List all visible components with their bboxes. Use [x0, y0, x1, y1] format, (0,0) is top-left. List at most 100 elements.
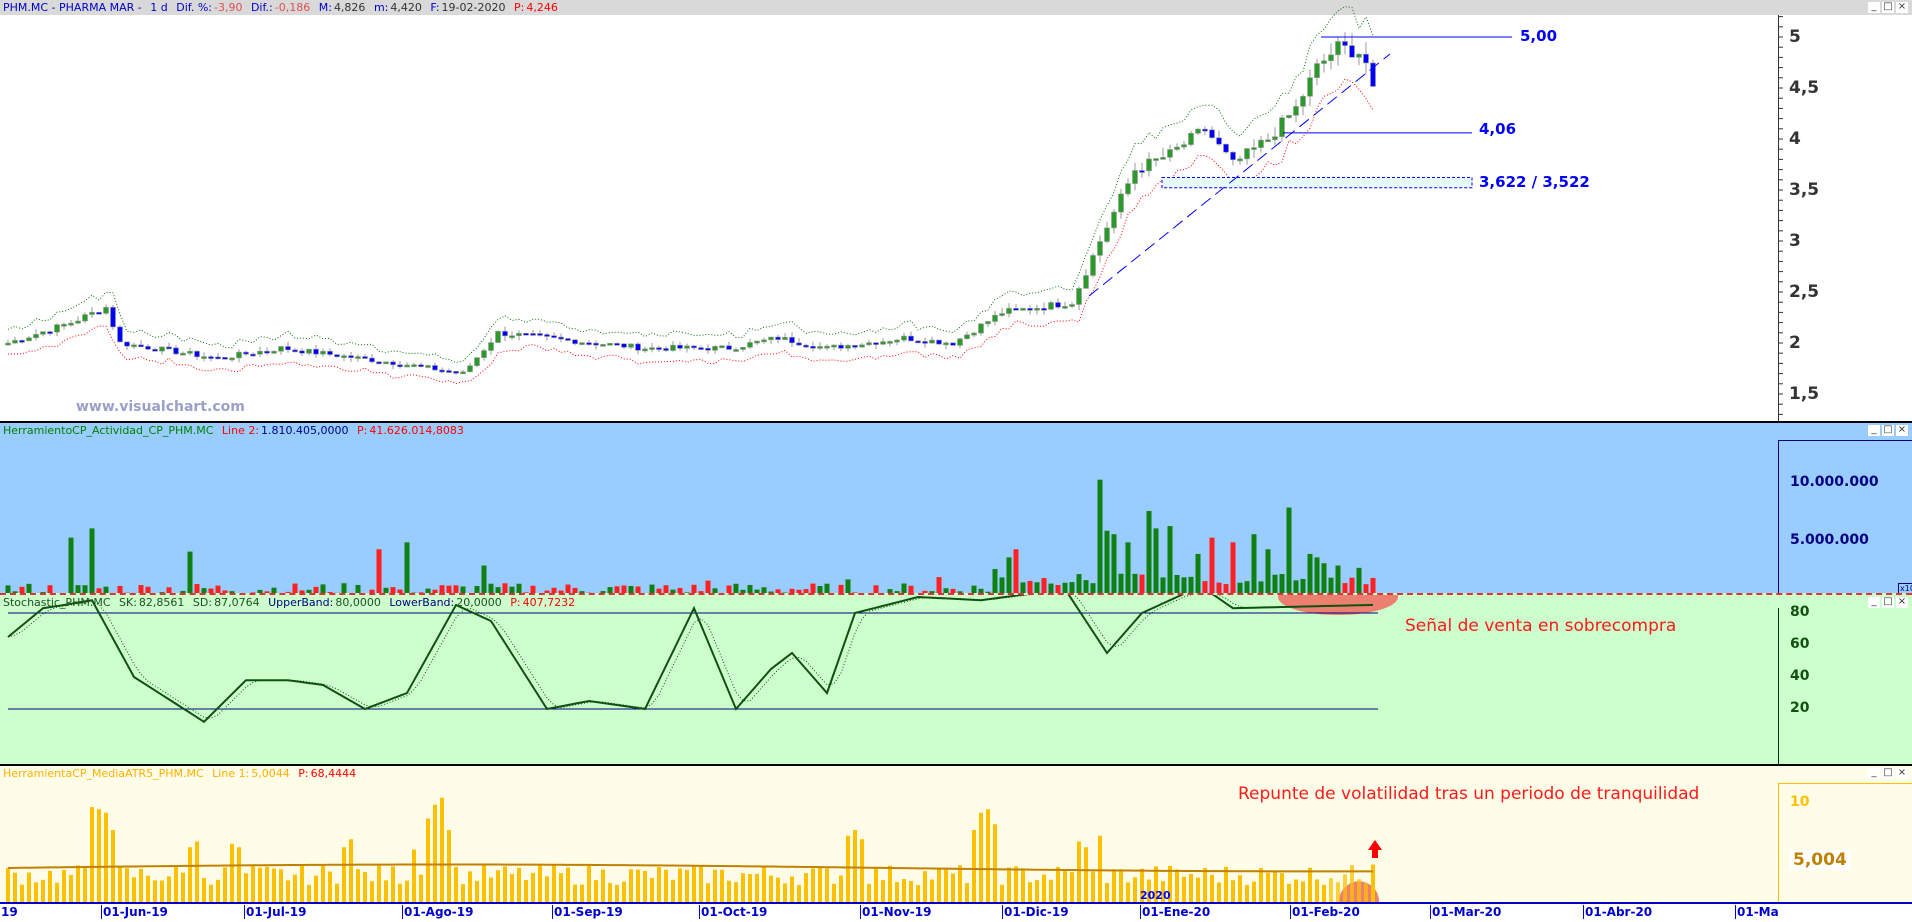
volume-bar: [873, 585, 879, 593]
candle-body: [796, 342, 802, 346]
atr-bar: [643, 870, 647, 902]
close-button[interactable]: ×: [1896, 768, 1908, 779]
atr-bar: [1273, 870, 1277, 902]
pane-window-buttons: _ □ ×: [1868, 768, 1908, 779]
atr-pane[interactable]: HerramientaCP_MediaATR5_PHM.MC Line 1: 5,…: [0, 764, 1912, 902]
candle-body: [1181, 144, 1187, 148]
candle-body: [621, 343, 627, 348]
atr-bar: [447, 830, 451, 902]
minimize-button[interactable]: _: [1868, 768, 1880, 779]
atr-bar: [363, 872, 367, 902]
atr-bar: [1091, 871, 1095, 902]
atr-bar: [1357, 879, 1361, 902]
minimize-button[interactable]: _: [1868, 425, 1880, 436]
atr-bar: [559, 873, 563, 902]
time-axis-label: 01-Jul-19: [244, 905, 307, 919]
atr-bar: [769, 875, 773, 902]
close-button[interactable]: ×: [1896, 597, 1908, 608]
minimize-button[interactable]: _: [1868, 2, 1880, 13]
volume-bar: [187, 551, 193, 593]
volume-bar: [68, 537, 74, 593]
candle-body: [649, 347, 655, 350]
atr-bar: [160, 880, 164, 902]
volume-bar: [1139, 574, 1145, 593]
price-axis-line: [1778, 15, 1779, 421]
atr-bar: [440, 797, 444, 902]
volume-bar: [1216, 582, 1222, 593]
candle-body: [47, 331, 53, 334]
candle-body: [12, 340, 18, 344]
atr-bar: [349, 839, 353, 902]
time-axis-label: 01-Sep-19: [552, 905, 623, 919]
close-button[interactable]: ×: [1896, 425, 1908, 436]
line-value: 5,0044: [251, 767, 290, 780]
candle-body: [1153, 158, 1159, 161]
candle-body: [1328, 54, 1334, 62]
candle-body: [887, 341, 893, 344]
atr-axis-line: [1778, 783, 1779, 902]
volume-bar: [89, 528, 95, 593]
period-label: 1 d: [150, 1, 168, 14]
candle-body: [726, 345, 732, 350]
volume-bar: [691, 584, 697, 593]
atr-bar: [1259, 868, 1263, 902]
candle-body: [838, 344, 844, 349]
candle-body: [271, 350, 277, 354]
volume-bar: [194, 584, 200, 593]
atr-bar: [1238, 875, 1242, 902]
volume-bar: [565, 584, 571, 593]
activity-pane[interactable]: HerramientoCP_Actividad_CP_PHM.MC Line 2…: [0, 421, 1912, 593]
maximize-button[interactable]: □: [1882, 2, 1894, 13]
volume-bar: [1265, 549, 1271, 593]
price-tick-label: 1,5: [1789, 384, 1820, 404]
atr-bar: [1315, 879, 1319, 902]
atr-bar: [958, 865, 962, 902]
candle-body: [558, 336, 564, 340]
price-pane[interactable]: PHM.MC - PHARMA MAR - 1 d Dif. %: -3,90 D…: [0, 0, 1912, 421]
support-zone: [1161, 177, 1473, 189]
candle-body: [1055, 302, 1061, 308]
stochastic-pane[interactable]: Stochastic_PHM.MC SK: 82,8561 SD: 87,0764 …: [0, 593, 1912, 764]
maximize-button[interactable]: □: [1882, 768, 1894, 779]
minimize-button[interactable]: _: [1868, 597, 1880, 608]
volume-bar: [824, 583, 830, 593]
atr-bar: [41, 879, 45, 902]
candle-body: [670, 344, 676, 351]
atr-bar: [83, 867, 87, 902]
atr-bar: [1301, 881, 1305, 902]
atr-tick-10: 10: [1790, 794, 1810, 810]
maximize-button[interactable]: □: [1882, 597, 1894, 608]
candle-body: [1363, 53, 1369, 64]
atr-bar: [419, 874, 423, 902]
lowerband-value: 20,0000: [456, 596, 502, 609]
candle-body: [488, 342, 494, 351]
volume-bar: [649, 584, 655, 593]
volume-bar: [1027, 580, 1033, 593]
atr-bar: [496, 870, 500, 902]
p-value: 41.626.014,8083: [369, 424, 464, 437]
atr-bar: [1042, 874, 1046, 902]
candle-body: [1076, 288, 1082, 305]
candle-body: [915, 340, 921, 344]
volume-bar: [82, 585, 88, 593]
close-button[interactable]: ×: [1896, 2, 1908, 13]
candle-body: [873, 342, 879, 345]
atr-bar: [139, 868, 143, 902]
candle-body: [1090, 255, 1096, 276]
candle-body: [663, 348, 669, 351]
candle-body: [131, 344, 137, 348]
atr-bar: [657, 866, 661, 902]
candle-body: [922, 341, 928, 344]
candle-body: [950, 342, 956, 346]
candle-body: [691, 345, 697, 349]
atr-bar: [328, 871, 332, 902]
candle-body: [929, 339, 935, 344]
atr-bar: [853, 830, 857, 902]
atr-bar: [34, 882, 38, 902]
candle-body: [1209, 129, 1215, 139]
price-chart[interactable]: [0, 0, 1912, 421]
candle-body: [1132, 170, 1138, 184]
maximize-button[interactable]: □: [1882, 425, 1894, 436]
candle-body: [1321, 60, 1327, 64]
candle-body: [1286, 115, 1292, 118]
